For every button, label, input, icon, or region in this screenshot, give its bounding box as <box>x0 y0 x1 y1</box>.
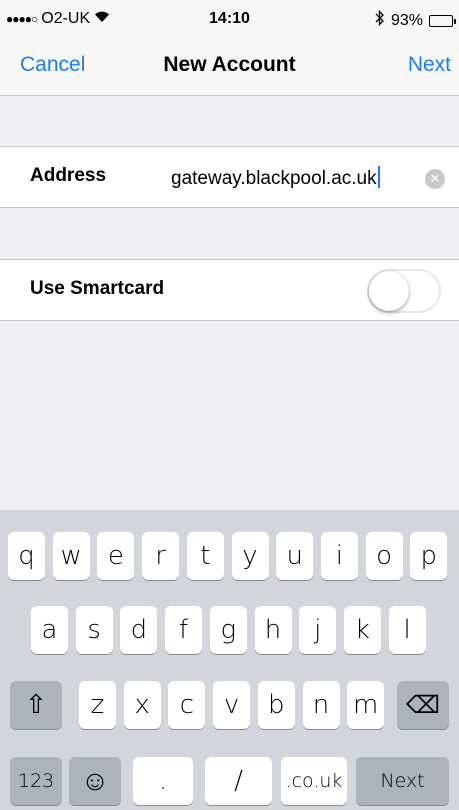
status-right: 93% <box>375 9 456 31</box>
key-i[interactable]: i <box>320 532 358 580</box>
key-k[interactable]: k <box>343 606 381 654</box>
key-p[interactable]: p <box>410 532 448 580</box>
key-q[interactable]: q <box>8 532 45 580</box>
key-a[interactable]: a <box>31 606 68 654</box>
key-s[interactable]: s <box>75 606 113 654</box>
domain-key[interactable]: .co.uk <box>281 757 347 805</box>
key-z[interactable]: z <box>79 681 116 729</box>
key-n[interactable]: n <box>302 681 340 729</box>
emoji-key[interactable]: ☺ <box>69 757 121 805</box>
address-input[interactable]: gateway.blackpool.ac.uk <box>171 166 380 190</box>
key-x[interactable]: x <box>123 681 161 729</box>
key-o[interactable]: o <box>365 532 403 580</box>
key-b[interactable]: b <box>257 681 295 729</box>
key-f[interactable]: f <box>165 606 203 654</box>
battery-icon <box>429 14 456 27</box>
bluetooth-icon <box>375 9 385 31</box>
page-title: New Account <box>163 53 296 76</box>
period-key[interactable]: . <box>133 757 193 805</box>
status-bar: ●●●●○ O2-UK 14:10 93% <box>0 0 459 40</box>
address-row[interactable]: Address gateway.blackpool.ac.uk ✕ <box>0 146 459 208</box>
address-value-text: gateway.blackpool.ac.uk <box>171 168 377 189</box>
key-c[interactable]: c <box>168 681 206 729</box>
backspace-key[interactable]: ⌫ <box>397 681 449 729</box>
battery-percent: 93% <box>390 11 423 29</box>
key-r[interactable]: r <box>142 532 180 580</box>
key-v[interactable]: v <box>213 681 251 729</box>
key-w[interactable]: w <box>52 532 90 580</box>
key-j[interactable]: j <box>299 606 337 654</box>
keyboard: qwertyuiop asdfghjkl zxcvbnm ⇧ ⌫ 123 ☺ .… <box>0 510 459 810</box>
key-d[interactable]: d <box>120 606 158 654</box>
key-l[interactable]: l <box>388 606 426 654</box>
toggle-knob <box>369 271 409 311</box>
keyboard-next-key[interactable]: Next <box>356 757 449 805</box>
key-h[interactable]: h <box>254 606 292 654</box>
address-label: Address <box>30 165 107 186</box>
text-cursor <box>377 166 380 188</box>
key-t[interactable]: t <box>186 532 224 580</box>
clear-text-icon[interactable]: ✕ <box>425 169 445 189</box>
smartcard-row: Use Smartcard <box>0 259 459 321</box>
key-g[interactable]: g <box>209 606 247 654</box>
shift-key[interactable]: ⇧ <box>10 681 62 729</box>
smartcard-toggle[interactable] <box>367 269 441 313</box>
navigation-bar: Cancel New Account Next <box>0 40 459 96</box>
key-y[interactable]: y <box>231 532 269 580</box>
numbers-key[interactable]: 123 <box>10 757 62 805</box>
key-e[interactable]: e <box>97 532 135 580</box>
next-button[interactable]: Next <box>408 53 451 77</box>
slash-key[interactable]: / <box>205 757 272 805</box>
smartcard-label: Use Smartcard <box>30 278 165 299</box>
key-m[interactable]: m <box>347 681 385 729</box>
key-u[interactable]: u <box>276 532 314 580</box>
